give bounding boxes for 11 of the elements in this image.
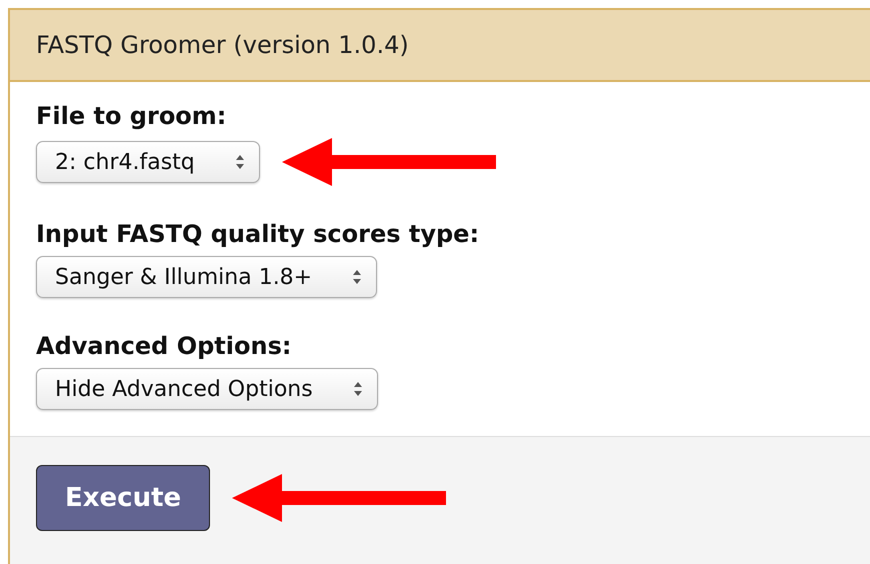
panel-title: FASTQ Groomer (version 1.0.4)	[10, 10, 870, 82]
select-dropdown[interactable]: Sanger & Illumina 1.8+	[36, 256, 378, 298]
field-label: Advanced Options:	[36, 332, 292, 360]
updown-icon	[352, 381, 363, 397]
execute-button[interactable]: Execute	[36, 465, 210, 531]
updown-icon	[352, 269, 362, 285]
field-label: File to groom:	[36, 102, 228, 130]
select-dropdown[interactable]: 2: chr4.fastq	[36, 141, 260, 183]
field-label: Input FASTQ quality scores type:	[36, 220, 480, 248]
updown-icon	[234, 154, 245, 170]
select-dropdown[interactable]: Hide Advanced Options	[36, 368, 378, 410]
